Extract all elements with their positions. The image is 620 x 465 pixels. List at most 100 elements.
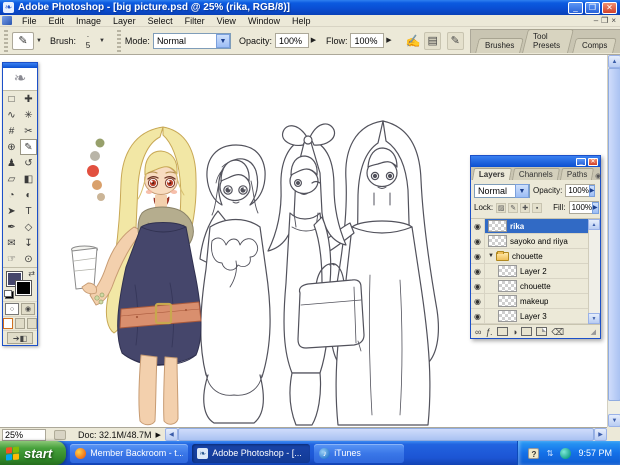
layers-scroll-up-icon[interactable]: ▲ (588, 219, 600, 230)
layer-row-layer-3[interactable]: ◉ Layer 3 (471, 308, 600, 324)
layers-scrollbar[interactable]: ▲ ▼ (588, 219, 600, 324)
horizontal-scrollbar[interactable]: ◀ ▶ (164, 428, 607, 441)
tool-history-brush[interactable]: ↺ (20, 155, 37, 171)
fullscreen-menubar-button[interactable] (15, 318, 25, 329)
minimize-button[interactable]: _ (568, 1, 583, 14)
tab-channels[interactable]: Channels (511, 168, 560, 180)
visibility-eye-icon[interactable]: ◉ (471, 308, 485, 324)
tab-paths[interactable]: Paths (559, 168, 595, 180)
lock-move-icon[interactable]: ✚ (520, 202, 531, 213)
swap-colors-icon[interactable]: ⇄ (28, 269, 35, 278)
quick-mask-button[interactable]: ◉ (21, 303, 35, 315)
tool-pen[interactable]: ✒ (3, 219, 20, 235)
lock-all-icon[interactable]: ▪ (532, 202, 543, 213)
layer-row-sayoko-and-riiya[interactable]: ◉ sayoko and riiya (471, 233, 600, 249)
task-photoshop[interactable]: ❧ Adobe Photoshop - [... (192, 443, 311, 463)
task-itunes[interactable]: ♪ iTunes (314, 443, 405, 463)
jump-to-imageready-button[interactable]: ➔◧ (7, 332, 33, 344)
menu-edit[interactable]: Edit (43, 15, 71, 27)
mode-select-arrow-icon[interactable]: ▼ (215, 33, 230, 48)
horizontal-scroll-thumb[interactable] (177, 428, 594, 441)
brush-size-preview[interactable]: · 5 (79, 32, 97, 50)
delete-layer-icon[interactable]: ⌫ (551, 326, 564, 338)
layer-fill-field[interactable]: 100% ▶ (568, 201, 599, 214)
doc-minimize-button[interactable]: – (594, 16, 598, 26)
menu-help[interactable]: Help (286, 15, 317, 27)
tool-move[interactable]: ✚ (20, 91, 37, 107)
tool-slice[interactable]: ✂ (20, 123, 37, 139)
brush-dropdown-icon[interactable]: ▼ (99, 38, 105, 44)
tool-zoom[interactable]: ⊙ (20, 251, 37, 267)
scroll-left-icon[interactable]: ◀ (164, 428, 178, 441)
layer-mask-icon[interactable] (496, 327, 508, 336)
layer-thumbnail[interactable] (498, 295, 517, 307)
default-colors-icon[interactable] (4, 290, 14, 299)
tray-help-icon[interactable]: ? (528, 447, 540, 459)
flow-field[interactable]: 100% (350, 33, 385, 48)
visibility-eye-icon[interactable]: ◉ (471, 233, 485, 249)
mode-select[interactable]: Normal ▼ (152, 32, 231, 49)
visibility-eye-icon[interactable]: ◉ (471, 248, 485, 264)
tool-rectangular-marquee[interactable]: □ (3, 91, 20, 107)
file-browser-icon[interactable]: ▤ (424, 31, 441, 50)
layer-opacity-field[interactable]: 100% ▶ (565, 184, 596, 197)
tool-healing-brush[interactable]: ⊕ (3, 139, 20, 155)
tab-tool-presets[interactable]: Tool Presets (521, 28, 574, 53)
close-button[interactable]: ✕ (602, 1, 617, 14)
tool-magic-wand[interactable]: ✳ (20, 107, 37, 123)
tool-preset-dropdown-icon[interactable]: ▼ (36, 38, 42, 44)
tool-lasso[interactable]: ∿ (3, 107, 20, 123)
layer-thumbnail[interactable] (498, 280, 517, 292)
doc-close-button[interactable]: × (611, 16, 616, 26)
new-layer-icon[interactable] (536, 327, 548, 336)
group-expand-icon[interactable]: ▼ (488, 253, 494, 259)
tray-network-icon[interactable]: ⇅ (544, 448, 555, 459)
menu-window[interactable]: Window (242, 15, 286, 27)
tab-brushes[interactable]: Brushes (474, 37, 524, 53)
tool-path-selection[interactable]: ➤ (3, 203, 20, 219)
visibility-eye-icon[interactable]: ◉ (471, 293, 485, 309)
fullscreen-button[interactable] (27, 318, 37, 329)
layer-thumbnail[interactable] (488, 220, 507, 232)
opacity-field[interactable]: 100% (274, 33, 309, 48)
lock-transparency-icon[interactable]: ▨ (496, 202, 507, 213)
toggle-palettes-icon[interactable]: ✎ (446, 31, 464, 50)
layers-scroll-down-icon[interactable]: ▼ (588, 313, 600, 324)
start-button[interactable]: start (0, 441, 67, 465)
tool-blur[interactable]: ◔ (3, 187, 20, 203)
scroll-right-icon[interactable]: ▶ (594, 428, 607, 441)
tool-eyedropper[interactable]: ↧ (20, 235, 37, 251)
blend-mode-arrow-icon[interactable]: ▼ (515, 183, 529, 198)
tab-layer-comps[interactable]: Comps (572, 37, 618, 53)
options-gripper[interactable] (4, 29, 8, 52)
restore-button[interactable]: ❒ (585, 1, 600, 14)
tray-messenger-icon[interactable] (560, 447, 572, 459)
menu-select[interactable]: Select (142, 15, 179, 27)
layer-style-icon[interactable]: ƒ. (485, 326, 493, 338)
background-swatch[interactable] (15, 280, 32, 296)
layer-row-makeup[interactable]: ◉ makeup (471, 293, 600, 309)
opacity-slider-icon[interactable]: ▶ (309, 33, 318, 48)
layer-thumbnail[interactable] (498, 265, 517, 277)
layer-thumbnail[interactable] (498, 310, 517, 322)
tool-gradient[interactable]: ◧ (20, 171, 37, 187)
blend-mode-select[interactable]: Normal ▼ (474, 183, 530, 198)
opacity-arrow-icon[interactable]: ▶ (588, 184, 596, 197)
standard-mode-button[interactable]: ○ (5, 303, 19, 315)
scroll-down-icon[interactable]: ▼ (608, 414, 620, 427)
lock-paint-icon[interactable]: ✎ (508, 202, 519, 213)
menu-file[interactable]: File (16, 15, 43, 27)
layer-row-rika[interactable]: ◉ rika (471, 218, 600, 234)
document-icon[interactable] (2, 16, 12, 25)
vertical-scroll-thumb[interactable] (608, 68, 620, 401)
visibility-eye-icon[interactable]: ◉ (471, 218, 485, 234)
palette-close-icon[interactable]: ✕ (588, 157, 598, 166)
doc-restore-button[interactable]: ❐ (601, 16, 608, 26)
tool-clone-stamp[interactable]: ♟ (3, 155, 20, 171)
status-menu-arrow-icon[interactable]: ▶ (156, 431, 161, 439)
visibility-eye-icon[interactable]: ◉ (471, 278, 485, 294)
palette-menu-icon[interactable]: ◉ (595, 172, 601, 180)
airbrush-icon[interactable]: ✍ (405, 34, 420, 48)
layer-thumbnail[interactable] (488, 235, 507, 247)
tool-notes[interactable]: ✉ (3, 235, 20, 251)
